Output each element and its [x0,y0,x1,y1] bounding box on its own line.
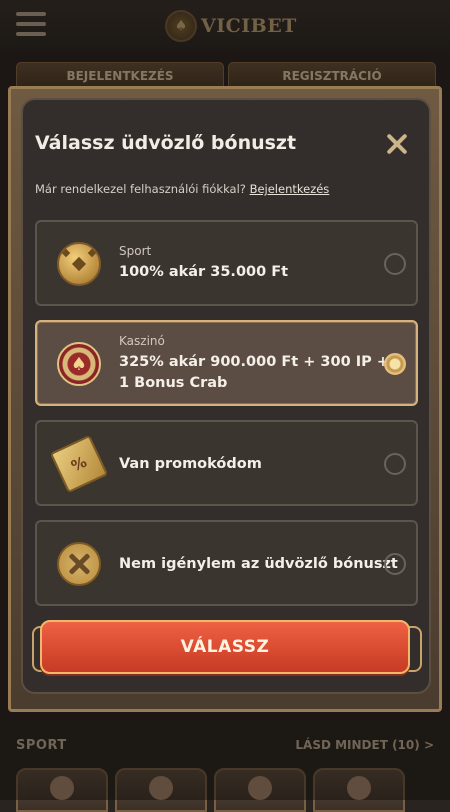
option-label: Van promokódom [119,456,262,472]
radio-button[interactable] [384,553,406,575]
soccer-ball-icon [57,242,101,286]
casino-chip-icon: ♠ [57,342,101,386]
account-text: Már rendelkezel felhasználói fiókkal? [35,182,246,196]
choose-button[interactable]: VÁLASSZ [40,620,410,674]
bonus-option-casino[interactable]: ♠ Kaszinó 325% akár 900.000 Ft + 300 IP … [35,320,418,406]
modal-title: Válassz üdvözlő bónuszt [35,132,297,154]
option-label: Nem igénylem az üdvözlő bónuszt [119,556,398,572]
bonus-option-decline[interactable]: Nem igénylem az üdvözlő bónuszt [35,520,418,606]
login-link[interactable]: Bejelentkezés [250,182,330,196]
decline-icon [57,542,101,586]
radio-button[interactable] [384,453,406,475]
option-category: Kaszinó [119,334,165,348]
promo-ticket-icon: % [49,434,109,494]
welcome-bonus-modal: Válassz üdvözlő bónuszt Már rendelkezel … [21,98,431,694]
option-label: 325% akár 900.000 Ft + 300 IP + 1 Bonus … [119,354,389,391]
close-icon[interactable] [383,130,411,158]
option-category: Sport [119,244,152,258]
radio-button[interactable] [384,253,406,275]
bonus-option-promo-code[interactable]: % Van promokódom [35,420,418,506]
radio-button-selected[interactable] [384,353,406,375]
option-label: 100% akár 35.000 Ft [119,264,289,280]
bonus-option-sport[interactable]: Sport 100% akár 35.000 Ft [35,220,418,306]
account-prompt: Már rendelkezel felhasználói fiókkal? Be… [35,182,329,196]
